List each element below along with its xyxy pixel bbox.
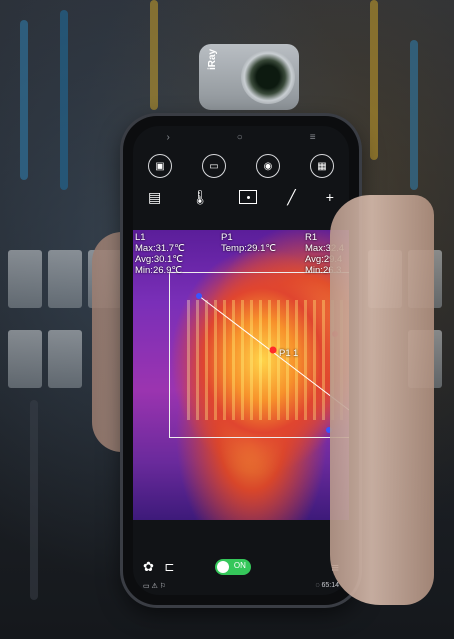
p1-stats: P1 Temp:29.1℃ [221,232,276,254]
l1-min: Min:26.9℃ [135,265,183,276]
spot-icon[interactable] [239,190,258,204]
right-hand [330,195,434,605]
lens-icon [241,50,295,104]
status-left: ▭ ⚠ ⚐ [143,583,167,590]
capture-toolbar: ▣ ▭ ◉ ▦ [133,152,349,180]
l1-stats: L1 Max:31.7℃ Avg:30.1℃ Min:26.9℃ [135,232,185,276]
thermal-camera-module: iRay [199,44,299,110]
record-icon[interactable]: ▭ [202,154,226,178]
l1-max: Max:31.7℃ [135,243,185,254]
nav-menu[interactable]: ≡ [310,132,316,143]
l1-avg: Avg:30.1℃ [135,254,183,265]
p1-marker-label: P1 [279,348,291,359]
line-icon[interactable]: ╱ [287,189,295,206]
status-right: ◌ 65:14 [315,582,339,589]
thermal-view[interactable]: L1 Max:31.7℃ Avg:30.1℃ Min:26.9℃ P1 Temp… [133,230,349,520]
screenshot-icon[interactable]: ▣ [148,154,172,178]
cross-icon[interactable]: + [326,189,334,205]
system-nav: › ○ ≡ [133,126,349,148]
l1-title: L1 [135,232,146,243]
p1-temp: Temp:29.1℃ [221,243,277,254]
settings-icon[interactable]: ✿ [143,559,154,575]
status-bar: ▭ ⚠ ⚐ ◌ 65:14 [133,582,349,594]
thermometer-icon[interactable]: 🌡 [191,189,209,206]
nav-home[interactable]: ○ [237,132,243,143]
nav-back[interactable]: › [166,132,169,143]
p1-title: P1 [221,232,233,243]
l1-marker-label: 1 [293,348,299,359]
camera-icon[interactable]: ◉ [256,154,280,178]
calendar-icon[interactable]: ▤ [148,189,161,206]
measure-toggle[interactable]: ON [214,559,251,575]
brand-label: iRay [207,48,218,70]
app-screen: › ○ ≡ ▣ ▭ ◉ ▦ ▤ 🌡 ╱ + L1 Max:31.7℃ Avg:3… [133,126,349,595]
measure-toolbar: ▤ 🌡 ╱ + [133,184,349,210]
grid-icon[interactable]: ▦ [310,154,334,178]
phone: › ○ ≡ ▣ ▭ ◉ ▦ ▤ 🌡 ╱ + L1 Max:31.7℃ Avg:3… [123,116,359,605]
bottom-bar: ✿ ⊏ ON ≡ [133,552,349,582]
toggle-label: ON [233,561,246,570]
gallery-icon[interactable]: ⊏ [164,560,174,574]
